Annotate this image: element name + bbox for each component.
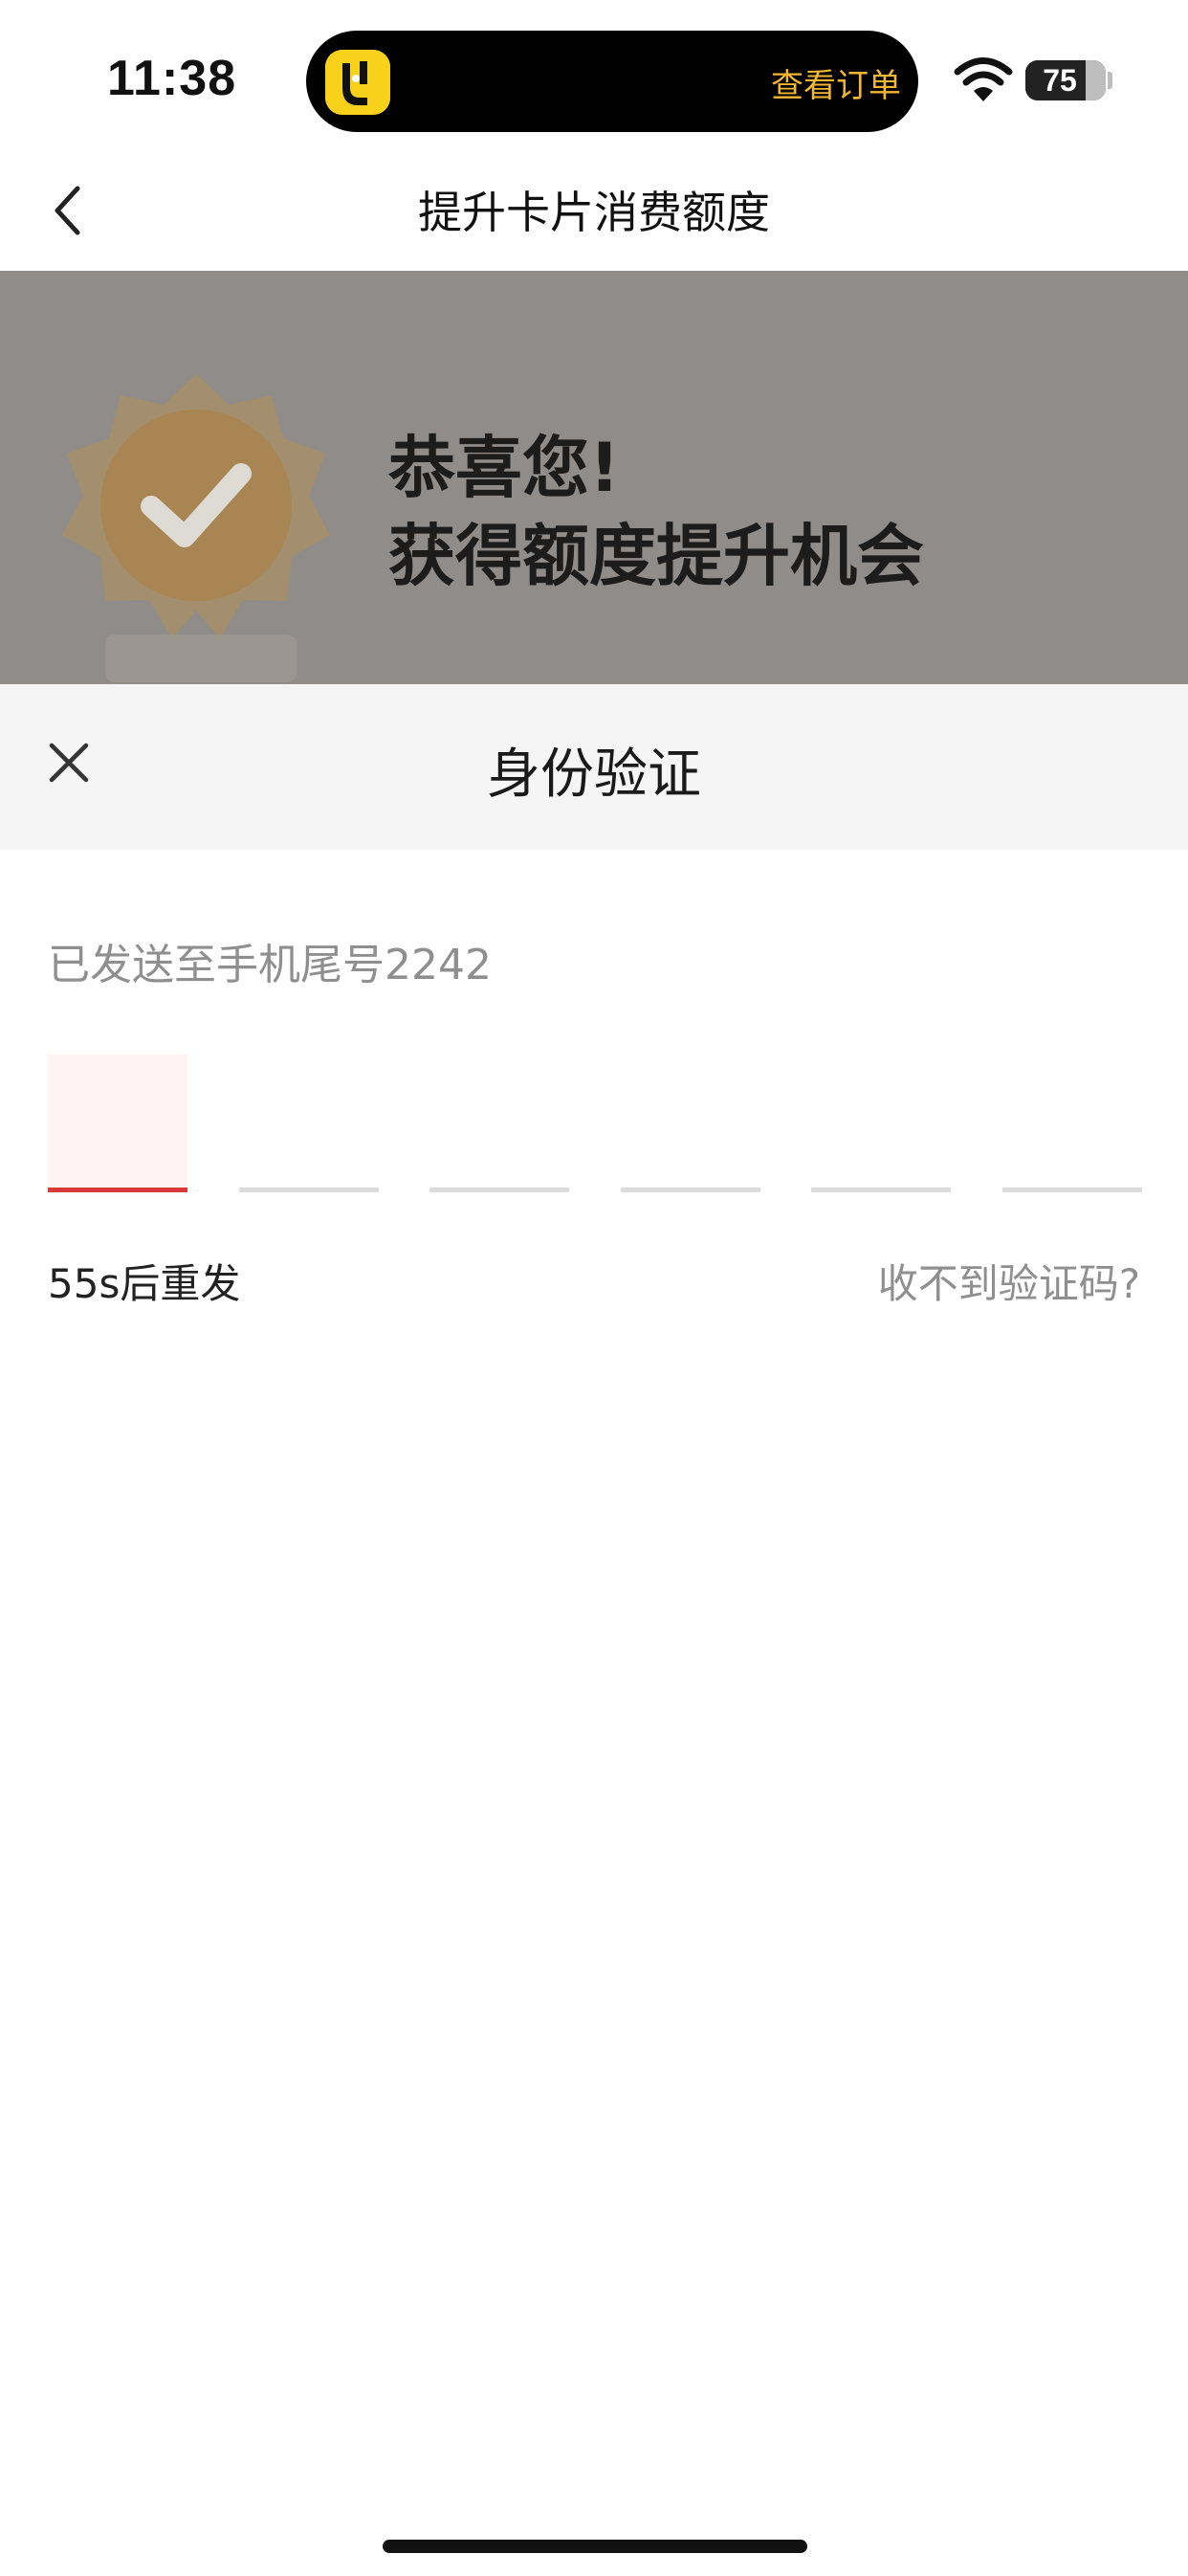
battery-percent: 75	[1043, 63, 1077, 98]
resend-countdown: 55s后重发	[48, 1260, 241, 1307]
code-digit-underline	[811, 1188, 952, 1192]
home-indicator[interactable]	[383, 2540, 807, 2553]
wifi-icon	[953, 57, 1014, 103]
sheet-title: 身份验证	[487, 744, 701, 806]
code-digit-underline	[48, 1188, 187, 1192]
status-time: 11:38	[107, 51, 237, 106]
promo-banner: 恭喜您! 获得额度提升机会	[0, 271, 1188, 684]
code-digit-box[interactable]	[1002, 1055, 1142, 1192]
view-orders-link[interactable]: 查看订单	[771, 59, 901, 106]
code-digit-box[interactable]	[48, 1055, 187, 1192]
banner-line-2: 获得额度提升机会	[388, 517, 924, 595]
app-icon[interactable]	[325, 50, 390, 115]
banner-line-1: 恭喜您!	[388, 429, 620, 507]
code-digit-box[interactable]	[238, 1055, 379, 1192]
page-title: 提升卡片消费额度	[418, 187, 770, 238]
code-digit-box[interactable]	[620, 1055, 760, 1192]
code-digit-underline	[238, 1188, 379, 1192]
code-digit-underline	[429, 1188, 570, 1192]
code-digit-underline	[620, 1188, 760, 1192]
battery-cap	[1108, 72, 1112, 89]
banner-headline: 恭喜您! 获得额度提升机会	[388, 424, 924, 600]
battery-icon: 75	[1025, 60, 1106, 100]
code-digit-underline	[1002, 1188, 1142, 1192]
code-digit-box[interactable]	[811, 1055, 952, 1192]
no-code-link[interactable]: 收不到验证码?	[878, 1252, 1140, 1310]
verified-badge-icon	[57, 366, 335, 644]
badge-shadow	[105, 634, 297, 682]
code-digit-box[interactable]	[429, 1055, 570, 1192]
sent-to-text: 已发送至手机尾号2242	[48, 941, 492, 989]
